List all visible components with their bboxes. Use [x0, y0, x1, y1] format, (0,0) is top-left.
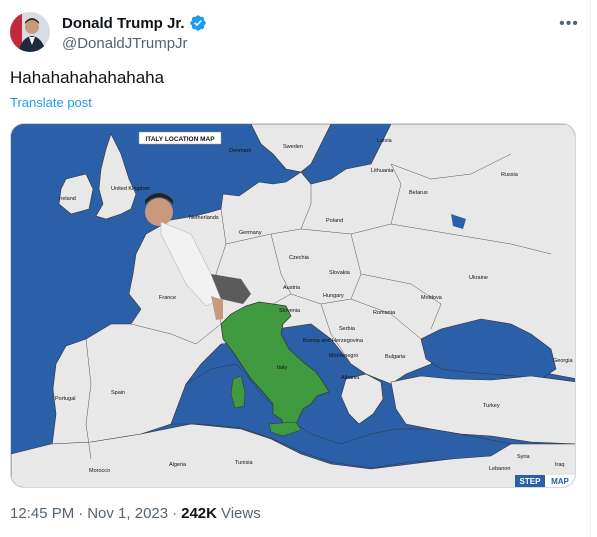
- label-austria: Austria: [283, 285, 301, 291]
- label-hungary: Hungary: [323, 293, 344, 299]
- label-denmark: Denmark: [229, 148, 252, 154]
- label-moldova: Moldova: [421, 295, 443, 301]
- label-montenegro: Montenegro: [329, 353, 358, 359]
- label-sweden: Sweden: [283, 144, 303, 150]
- verified-badge-icon: [189, 15, 206, 31]
- label-morocco: Morocco: [89, 468, 110, 474]
- author-handle[interactable]: @DonaldJTrumpJr: [62, 35, 207, 52]
- label-poland: Poland: [326, 218, 343, 224]
- translate-link[interactable]: Translate post: [10, 95, 92, 110]
- stepmap-watermark: STEP MAP: [515, 475, 575, 487]
- label-ireland: Ireland: [59, 196, 76, 202]
- label-germany: Germany: [239, 230, 262, 236]
- label-bosnia: Bosnia and Herzegovina: [303, 338, 364, 344]
- label-belarus: Belarus: [409, 190, 428, 196]
- label-czechia: Czechia: [289, 255, 310, 261]
- tweet-meta: 12:45 PM · Nov 1, 2023 · 242K Views: [10, 505, 261, 522]
- label-slovenia: Slovenia: [279, 308, 301, 314]
- display-name[interactable]: Donald Trump Jr.: [62, 15, 185, 32]
- timeline-divider: [590, 0, 591, 537]
- author-names: Donald Trump Jr. @DonaldJTrumpJr: [62, 14, 207, 52]
- label-ukraine: Ukraine: [469, 275, 488, 281]
- svg-text:MAP: MAP: [551, 477, 569, 486]
- label-turkey: Turkey: [483, 403, 500, 409]
- meta-separator: ·: [172, 505, 178, 522]
- label-bulgaria: Bulgaria: [385, 354, 406, 360]
- label-syria: Syria: [517, 454, 530, 460]
- tweet-text: Hahahahahahahaha: [10, 68, 165, 87]
- label-serbia: Serbia: [339, 326, 356, 332]
- label-albania: Albania: [341, 375, 360, 381]
- label-lithuania: Lithuania: [371, 168, 394, 174]
- label-spain: Spain: [111, 390, 125, 396]
- label-netherlands: Netherlands: [189, 215, 219, 221]
- tweet-date[interactable]: Nov 1, 2023: [87, 505, 168, 522]
- label-slovakia: Slovakia: [329, 270, 351, 276]
- label-portugal: Portugal: [55, 396, 76, 402]
- label-algeria: Algeria: [169, 462, 187, 468]
- tweet-header: Donald Trump Jr. @DonaldJTrumpJr •••: [10, 12, 580, 56]
- svg-text:STEP: STEP: [520, 477, 542, 486]
- label-iraq: Iraq: [555, 462, 564, 468]
- avatar[interactable]: [10, 12, 50, 52]
- meta-separator: ·: [78, 505, 84, 522]
- views-label: Views: [220, 505, 261, 522]
- label-united-kingdom: United Kingdom: [111, 186, 151, 192]
- views-count: 242K: [181, 505, 217, 522]
- label-latvia: Latvia: [377, 138, 393, 144]
- label-lebanon: Lebanon: [489, 466, 510, 472]
- label-france: France: [159, 295, 176, 301]
- label-georgia: Georgia: [553, 358, 574, 364]
- map-title: ITALY LOCATION MAP: [145, 136, 215, 143]
- label-russia: Russia: [501, 172, 519, 178]
- tweet-media-image[interactable]: ITALY LOCATION MAP Latvia Sweden Denmark…: [10, 123, 576, 488]
- more-options-icon[interactable]: •••: [558, 14, 580, 34]
- tweet-time[interactable]: 12:45 PM: [10, 505, 74, 522]
- label-romania: Romania: [373, 310, 396, 316]
- label-italy: Italy: [277, 365, 287, 371]
- label-tunisia: Tunisia: [235, 460, 253, 466]
- europe-map: ITALY LOCATION MAP Latvia Sweden Denmark…: [11, 124, 575, 487]
